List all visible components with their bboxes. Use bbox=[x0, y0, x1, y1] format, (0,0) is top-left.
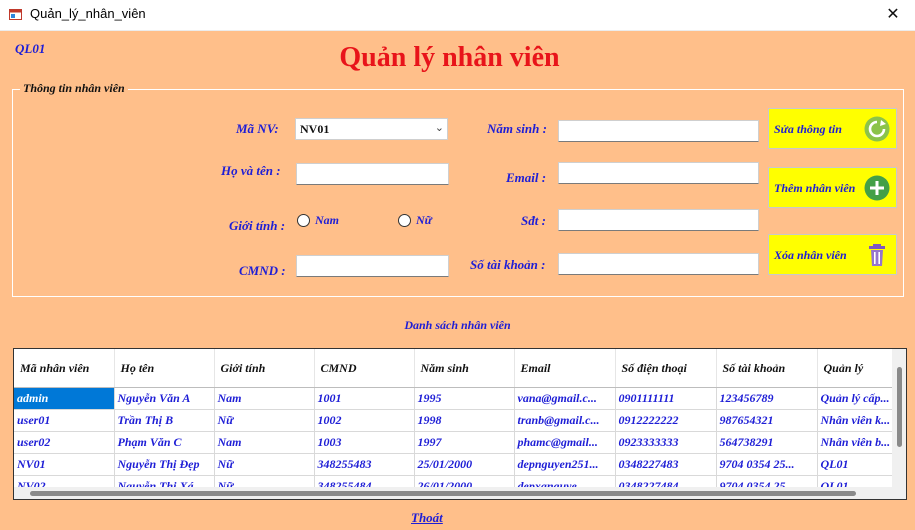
table-cell[interactable]: 1003 bbox=[314, 431, 415, 454]
table-row[interactable]: user02 Phạm Văn C Nam 1003 1997 phamc@gm… bbox=[14, 431, 898, 454]
email-input[interactable] bbox=[558, 162, 759, 184]
gender-female-radio[interactable] bbox=[398, 214, 411, 227]
table-cell[interactable]: 25/01/2000 bbox=[414, 453, 515, 476]
column-header[interactable]: Họ tên bbox=[114, 349, 215, 388]
table-cell[interactable]: 0912222222 bbox=[615, 409, 717, 432]
title-bar: Quản_lý_nhân_viên ✕ bbox=[0, 0, 915, 31]
table-cell[interactable]: Nhân viên b... bbox=[817, 431, 898, 454]
table-cell[interactable]: Phạm Văn C bbox=[114, 431, 215, 454]
table-cell[interactable]: Nam bbox=[214, 387, 315, 410]
table-cell[interactable]: phamc@gmail... bbox=[514, 431, 616, 454]
table-cell[interactable]: Nữ bbox=[214, 409, 315, 432]
vertical-scrollbar[interactable] bbox=[892, 349, 906, 499]
table-cell[interactable]: 1997 bbox=[414, 431, 515, 454]
column-header[interactable]: Số tài khoản bbox=[716, 349, 818, 388]
chevron-down-icon: ⌄ bbox=[434, 121, 444, 134]
horizontal-scrollbar[interactable] bbox=[14, 487, 892, 499]
vertical-scroll-thumb[interactable] bbox=[897, 367, 902, 447]
table-row[interactable]: NV01 Nguyễn Thị Đẹp Nữ 348255483 25/01/2… bbox=[14, 453, 898, 476]
table-cell[interactable]: 1998 bbox=[414, 409, 515, 432]
column-header[interactable]: Năm sinh bbox=[414, 349, 515, 388]
table-cell[interactable]: tranb@gmail.c... bbox=[514, 409, 616, 432]
table-cell[interactable]: Nhân viên k... bbox=[817, 409, 898, 432]
exit-link[interactable]: Thoát bbox=[411, 510, 443, 526]
nam-sinh-label: Năm sinh : bbox=[487, 121, 547, 136]
table-cell[interactable]: Trần Thị B bbox=[114, 409, 215, 432]
table-cell[interactable]: depnguyen251... bbox=[514, 453, 616, 476]
nam-sinh-input[interactable] bbox=[558, 120, 759, 142]
table-cell[interactable]: 1001 bbox=[314, 387, 415, 410]
table-cell[interactable]: 348255483 bbox=[314, 453, 415, 476]
main-window: Quản_lý_nhân_viên ✕ QL01 Quản lý nhân vi… bbox=[0, 0, 915, 530]
ma-nv-label: Mã NV: bbox=[236, 121, 279, 136]
employee-list-title: Danh sách nhân viên bbox=[404, 318, 511, 332]
gender-male-label: Nam bbox=[315, 213, 339, 227]
table-cell[interactable]: QL01 bbox=[817, 453, 898, 476]
table-cell[interactable]: 0901111111 bbox=[615, 387, 717, 410]
sdt-label: Sđt : bbox=[521, 213, 546, 228]
gender-male-radio[interactable] bbox=[297, 214, 310, 227]
table-cell[interactable]: admin bbox=[14, 387, 115, 410]
so-tai-khoan-label: Số tài khoản : bbox=[470, 257, 546, 272]
table-cell[interactable]: 564738291 bbox=[716, 431, 818, 454]
delete-employee-button-label: Xóa nhân viên bbox=[774, 248, 847, 262]
table-cell[interactable]: 1995 bbox=[414, 387, 515, 410]
table-cell[interactable]: Nguyễn Thị Đẹp bbox=[114, 453, 215, 476]
ma-nv-value: NV01 bbox=[300, 122, 330, 136]
ma-nv-select[interactable]: NV01 ⌄ bbox=[295, 118, 448, 140]
table-cell[interactable]: 987654321 bbox=[716, 409, 818, 432]
table-cell[interactable]: 0348227483 bbox=[615, 453, 717, 476]
page-title: Quản lý nhân viên bbox=[339, 42, 560, 73]
delete-employee-button[interactable]: Xóa nhân viên bbox=[768, 234, 897, 275]
gioi-tinh-label: Giới tính : bbox=[229, 218, 286, 233]
cmnd-input[interactable] bbox=[296, 255, 449, 277]
gender-female-label: Nữ bbox=[416, 213, 432, 227]
close-icon[interactable]: ✕ bbox=[875, 0, 911, 30]
column-header[interactable]: Giới tính bbox=[214, 349, 315, 388]
table-cell[interactable]: user01 bbox=[14, 409, 115, 432]
add-employee-button[interactable]: Thêm nhân viên bbox=[768, 167, 897, 208]
column-header[interactable]: CMND bbox=[314, 349, 415, 388]
employee-table[interactable]: Mã nhân viên Họ tên Giới tính CMND Năm s… bbox=[13, 348, 907, 500]
update-button-label: Sửa thông tin bbox=[774, 122, 842, 136]
table-cell[interactable]: user02 bbox=[14, 431, 115, 454]
table-row[interactable]: admin Nguyễn Văn A Nam 1001 1995 vana@gm… bbox=[14, 387, 898, 410]
table-row[interactable]: user01 Trần Thị B Nữ 1002 1998 tranb@gma… bbox=[14, 409, 898, 432]
table-cell[interactable]: Nam bbox=[214, 431, 315, 454]
table-cell[interactable]: Nguyễn Văn A bbox=[114, 387, 215, 410]
sdt-input[interactable] bbox=[558, 209, 759, 231]
app-form-icon bbox=[9, 9, 22, 20]
column-header[interactable]: Quản lý bbox=[817, 349, 898, 388]
horizontal-scroll-thumb[interactable] bbox=[30, 491, 856, 496]
table-cell[interactable]: Nữ bbox=[214, 453, 315, 476]
cmnd-label: CMND : bbox=[239, 263, 286, 278]
refresh-icon bbox=[864, 116, 890, 142]
table-cell[interactable]: 9704 0354 25... bbox=[716, 453, 818, 476]
table-cell[interactable]: 0923333333 bbox=[615, 431, 717, 454]
so-tai-khoan-input[interactable] bbox=[558, 253, 759, 275]
table-cell[interactable]: vana@gmail.c... bbox=[514, 387, 616, 410]
plus-icon bbox=[864, 175, 890, 201]
table-cell[interactable]: 123456789 bbox=[716, 387, 818, 410]
update-button[interactable]: Sửa thông tin bbox=[768, 108, 897, 149]
column-header[interactable]: Mã nhân viên bbox=[14, 349, 115, 388]
ho-ten-input[interactable] bbox=[296, 163, 449, 185]
window-title: Quản_lý_nhân_viên bbox=[30, 6, 146, 21]
table-cell[interactable]: Quản lý cấp... bbox=[817, 387, 898, 410]
employee-data-grid: Mã nhân viên Họ tên Giới tính CMND Năm s… bbox=[14, 349, 898, 498]
table-cell[interactable]: NV01 bbox=[14, 453, 115, 476]
table-cell[interactable]: 1002 bbox=[314, 409, 415, 432]
table-header-row: Mã nhân viên Họ tên Giới tính CMND Năm s… bbox=[14, 349, 898, 388]
trash-icon bbox=[869, 244, 885, 266]
add-employee-button-label: Thêm nhân viên bbox=[774, 181, 856, 195]
employee-info-group-title: Thông tin nhân viên bbox=[20, 81, 128, 96]
column-header[interactable]: Email bbox=[514, 349, 616, 388]
email-label: Email : bbox=[506, 170, 547, 185]
column-header[interactable]: Số điện thoại bbox=[615, 349, 717, 388]
ho-ten-label: Họ và tên : bbox=[221, 163, 281, 178]
